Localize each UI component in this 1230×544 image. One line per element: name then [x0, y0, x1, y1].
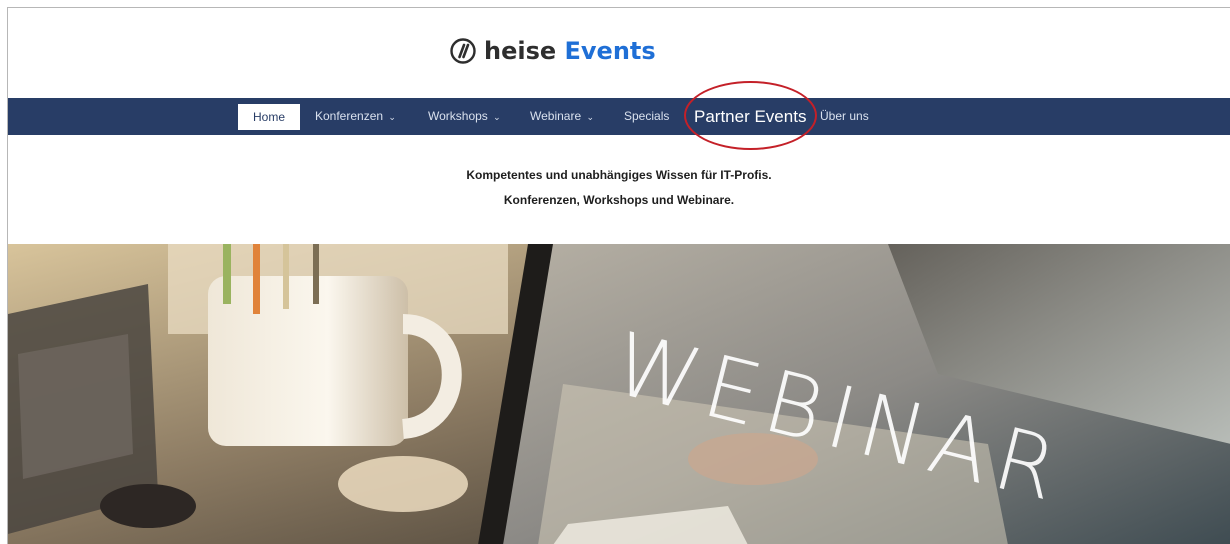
nav-item-konferenzen[interactable]: Konferenzen ⌄: [315, 98, 396, 135]
heise-logo-icon: [450, 38, 476, 64]
nav-item-workshops[interactable]: Workshops ⌄: [428, 98, 501, 135]
nav-item-workshops-label: Workshops: [428, 109, 488, 123]
hero-banner: WEBINAR: [8, 244, 1230, 544]
nav-item-webinare[interactable]: Webinare ⌄: [530, 98, 594, 135]
brand-name: heise Events: [484, 37, 656, 65]
chevron-down-icon: ⌄: [388, 112, 396, 122]
nav-item-specials-label: Specials: [624, 109, 670, 123]
site-tagline: Kompetentes und unabhängiges Wissen für …: [8, 135, 1230, 245]
nav-item-ueber-uns-label: Über uns: [820, 109, 869, 123]
tagline-line-1: Kompetentes und unabhängiges Wissen für …: [466, 168, 772, 182]
brand-name-heise: heise: [484, 37, 557, 65]
chevron-down-icon: ⌄: [493, 112, 501, 122]
tagline-line-2: Konferenzen, Workshops und Webinare.: [503, 193, 735, 207]
site-logo[interactable]: heise Events: [450, 34, 656, 68]
brand-name-events: Events: [564, 37, 656, 65]
nav-item-webinare-label: Webinare: [530, 109, 582, 123]
nav-item-home[interactable]: Home: [238, 104, 300, 130]
nav-item-specials[interactable]: Specials: [624, 98, 669, 135]
nav-item-konferenzen-label: Konferenzen: [315, 109, 384, 123]
nav-item-ueber-uns[interactable]: Über uns: [820, 98, 869, 135]
browser-viewport: heise Events Home Konferenzen ⌄ Workshop…: [7, 7, 1230, 544]
chevron-down-icon: ⌄: [586, 112, 595, 122]
nav-item-home-label: Home: [252, 110, 285, 124]
nav-item-partner-events[interactable]: Partner Events: [694, 98, 806, 135]
nav-item-partner-events-label: Partner Events: [694, 107, 807, 126]
main-navigation: Home Konferenzen ⌄ Workshops ⌄ Webinare …: [8, 98, 1230, 135]
site-header: heise Events: [8, 8, 1230, 98]
